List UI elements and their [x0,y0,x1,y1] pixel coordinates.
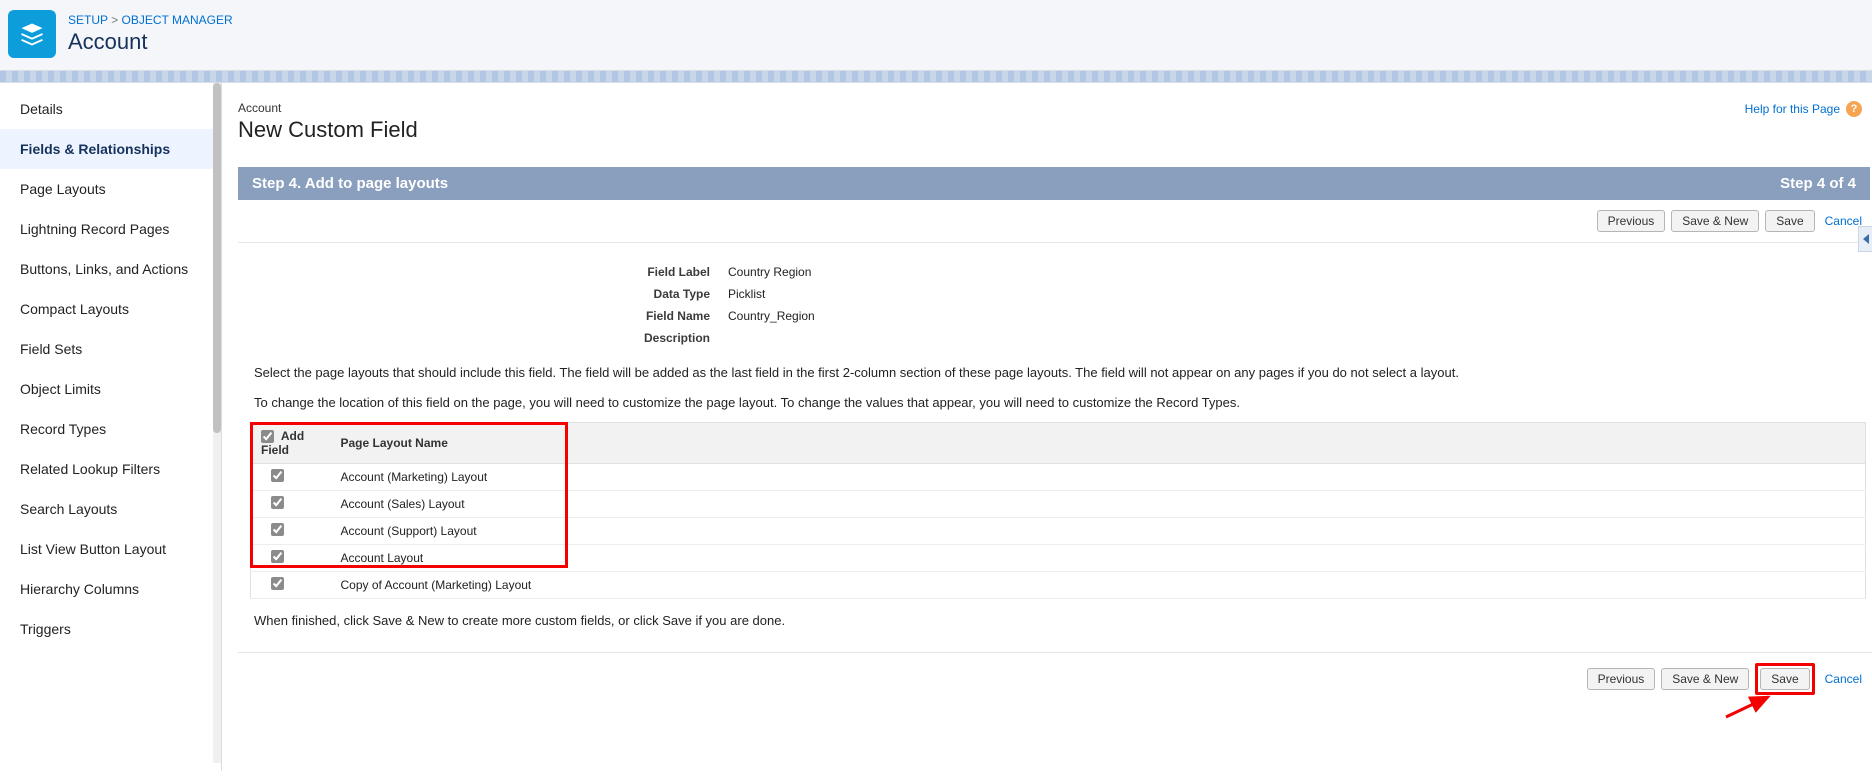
highlight-save-box: Save [1755,663,1814,695]
sidebar-item-related-lookup-filters[interactable]: Related Lookup Filters [0,449,221,489]
main-content: Account New Custom Field Help for this P… [222,83,1872,771]
finish-text: When finished, click Save & New to creat… [254,613,1856,628]
sidebar-item-details[interactable]: Details [0,89,221,129]
step-title: Step 4. Add to page layouts [252,175,448,192]
row-checkbox[interactable] [271,469,284,482]
sidebar-item-lightning-record-pages[interactable]: Lightning Record Pages [0,209,221,249]
sidebar-item-record-types[interactable]: Record Types [0,409,221,449]
row-layout-name: Account (Sales) Layout [331,491,1866,518]
table-row: Account (Marketing) Layout [251,464,1866,491]
save-button[interactable]: Save [1765,210,1814,232]
cancel-link-bottom[interactable]: Cancel [1821,672,1866,686]
sidebar-item-buttons-links-actions[interactable]: Buttons, Links, and Actions [0,249,221,289]
breadcrumb: SETUP > OBJECT MANAGER [68,13,233,27]
page-layout-table: Add Field Page Layout Name Account (Mark… [250,422,1866,599]
sidebar-item-compact-layouts[interactable]: Compact Layouts [0,289,221,329]
description-label: Description [238,331,728,345]
row-checkbox[interactable] [271,550,284,563]
help-link-label: Help for this Page [1745,102,1840,116]
previous-button-bottom[interactable]: Previous [1587,668,1656,690]
row-checkbox[interactable] [271,577,284,590]
data-type-value: Picklist [728,287,765,301]
page-title: New Custom Field [238,117,1872,143]
header-title: Account [68,29,233,55]
sidebar-item-object-limits[interactable]: Object Limits [0,369,221,409]
sidebar-item-search-layouts[interactable]: Search Layouts [0,489,221,529]
step-indicator: Step 4 of 4 [1780,175,1856,192]
save-button-bottom[interactable]: Save [1760,668,1809,690]
row-layout-name: Copy of Account (Marketing) Layout [331,572,1866,599]
step-banner: Step 4. Add to page layouts Step 4 of 4 [238,167,1870,200]
sidebar-item-hierarchy-columns[interactable]: Hierarchy Columns [0,569,221,609]
button-bar-top: Previous Save & New Save Cancel [238,200,1872,243]
row-checkbox[interactable] [271,496,284,509]
object-manager-icon [8,10,56,58]
help-icon: ? [1846,101,1862,117]
sidebar-item-fields-relationships[interactable]: Fields & Relationships [0,129,221,169]
breadcrumb-objmgr-link[interactable]: OBJECT MANAGER [122,13,233,27]
instructions-line2: To change the location of this field on … [254,393,1856,413]
table-row: Account Layout [251,545,1866,572]
field-name-label: Field Name [238,309,728,323]
row-layout-name: Account (Marketing) Layout [331,464,1866,491]
help-link[interactable]: Help for this Page ? [1745,101,1862,117]
decorative-strip [0,71,1872,83]
instructions-line1: Select the page layouts that should incl… [254,363,1856,383]
sidebar-scrollbar-thumb[interactable] [213,83,221,433]
col-add-field: Add Field [251,423,331,464]
field-name-value: Country_Region [728,309,815,323]
sidebar: Details Fields & Relationships Page Layo… [0,83,222,771]
data-type-label: Data Type [238,287,728,301]
field-summary: Field Label Country Region Data Type Pic… [238,261,1872,349]
field-label-label: Field Label [238,265,728,279]
save-new-button-bottom[interactable]: Save & New [1661,668,1749,690]
sidebar-item-page-layouts[interactable]: Page Layouts [0,169,221,209]
button-bar-bottom: Previous Save & New Save Cancel [238,652,1872,705]
sidebar-item-field-sets[interactable]: Field Sets [0,329,221,369]
table-row: Account (Sales) Layout [251,491,1866,518]
breadcrumb-setup-link[interactable]: SETUP [68,13,108,27]
select-all-checkbox[interactable] [261,430,274,443]
sidebar-item-triggers[interactable]: Triggers [0,609,221,649]
row-checkbox[interactable] [271,523,284,536]
sidebar-item-list-view-button-layout[interactable]: List View Button Layout [0,529,221,569]
previous-button[interactable]: Previous [1597,210,1666,232]
page-header: SETUP > OBJECT MANAGER Account [0,0,1872,71]
field-label-value: Country Region [728,265,811,279]
breadcrumb-sep: > [111,13,118,27]
row-layout-name: Account (Support) Layout [331,518,1866,545]
table-row: Copy of Account (Marketing) Layout [251,572,1866,599]
table-row: Account (Support) Layout [251,518,1866,545]
arrow-to-save-icon [1724,691,1784,721]
page-eyebrow: Account [238,101,1872,115]
save-new-button[interactable]: Save & New [1671,210,1759,232]
row-layout-name: Account Layout [331,545,1866,572]
col-layout-name: Page Layout Name [331,423,1866,464]
right-collapse-tab[interactable] [1858,226,1872,252]
